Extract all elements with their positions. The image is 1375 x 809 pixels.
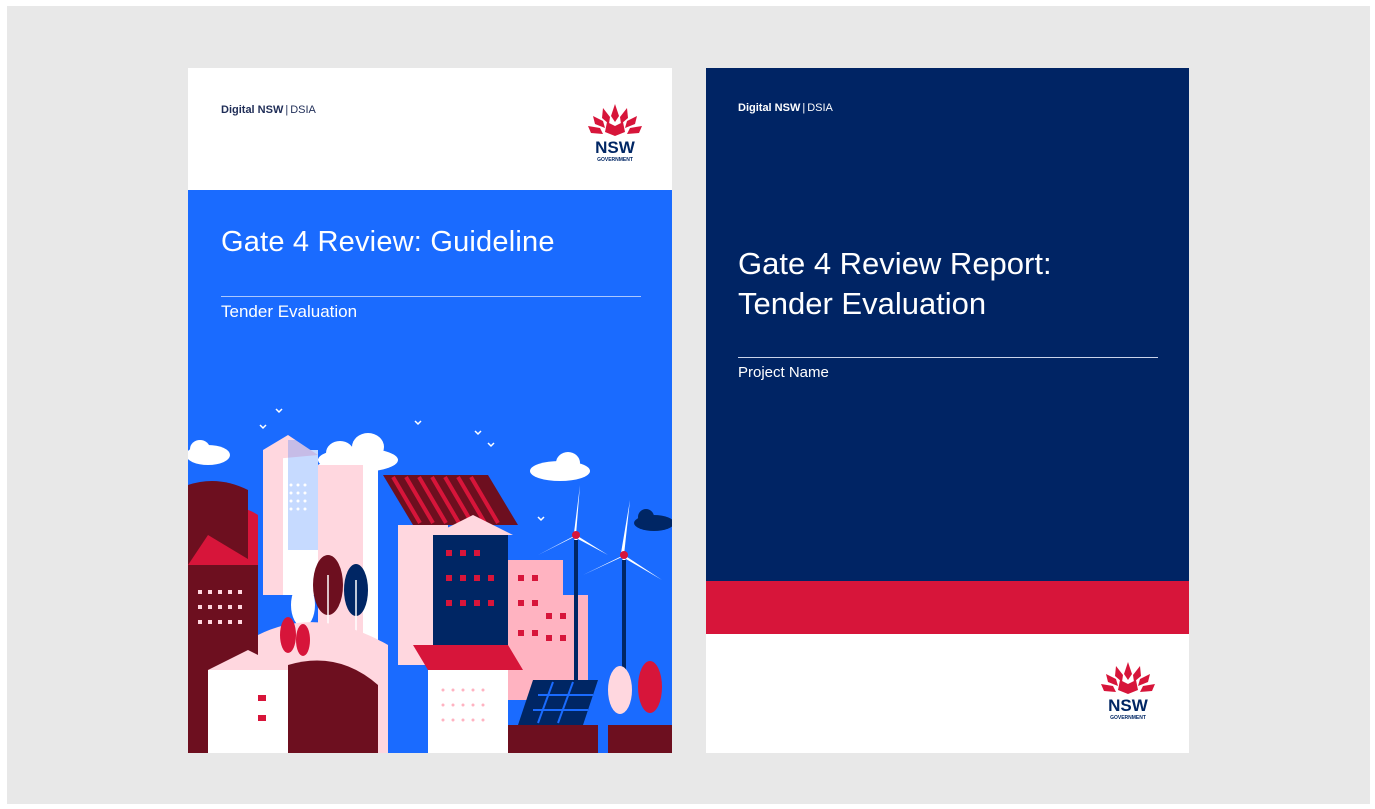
logo-text: NSW — [595, 138, 636, 157]
red-band — [706, 581, 1189, 634]
report-cover: Digital NSW | DSIA Gate 4 Review Report: T… — [706, 68, 1189, 753]
org-name: Digital NSW — [738, 102, 801, 114]
guideline-cover: Digital NSW|DSIA NSW GOVERNMENT Gate 4 — [188, 68, 672, 753]
document-title: Gate 4 Review Report: Tender Evaluation — [738, 244, 1158, 324]
title-line-2: Tender Evaluation — [738, 286, 987, 321]
document-subtitle: Tender Evaluation — [221, 302, 358, 321]
document-subtitle: Project Name — [738, 364, 829, 381]
waratah-icon: NSW GOVERNMENT — [1101, 662, 1155, 721]
title-divider — [738, 357, 1158, 358]
title-divider — [221, 296, 641, 297]
org-division: DSIA — [290, 104, 316, 116]
title-line-1: Gate 4 Review Report: — [738, 246, 1052, 281]
cover-blue-panel: Gate 4 Review: Guideline Tender Evaluati… — [188, 190, 672, 753]
cover-navy-panel: Digital NSW | DSIA Gate 4 Review Report: T… — [706, 68, 1189, 581]
nsw-government-logo: NSW GOVERNMENT — [1098, 660, 1158, 722]
org-label: Digital NSW | DSIA — [221, 104, 316, 116]
city-illustration — [188, 405, 672, 753]
cover-header: Digital NSW | DSIA NSW GOVERNMENT — [188, 68, 672, 190]
nsw-government-logo: NSW GOVERNMENT — [585, 102, 645, 164]
document-title: Gate 4 Review: Guideline — [221, 226, 555, 258]
org-label: Digital NSW | DSIA — [738, 102, 833, 114]
logo-subtext: GOVERNMENT — [597, 157, 633, 163]
logo-text: NSW — [1108, 696, 1149, 715]
org-name: Digital NSW — [221, 104, 284, 116]
org-division: DSIA — [807, 102, 833, 114]
logo-subtext: GOVERNMENT — [1110, 715, 1146, 721]
waratah-icon: NSW GOVERNMENT — [588, 104, 642, 163]
